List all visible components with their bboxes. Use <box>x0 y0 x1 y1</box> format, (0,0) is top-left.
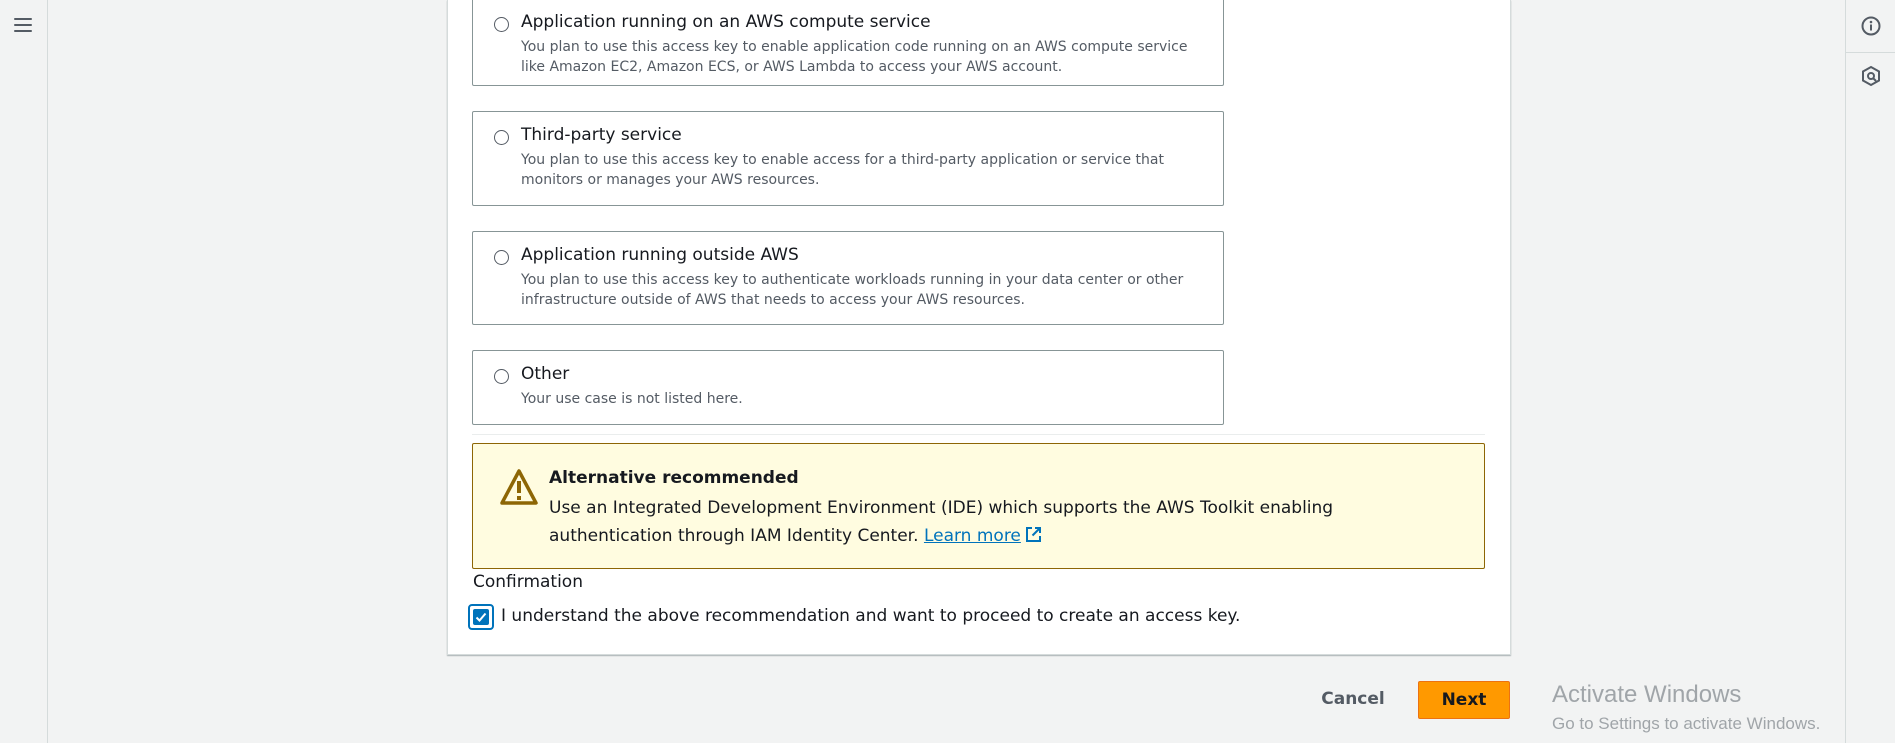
radio-third-party-service[interactable] <box>494 130 509 145</box>
radio-outside-aws[interactable] <box>494 250 509 265</box>
option-title: Other <box>521 364 570 384</box>
learn-more-link[interactable]: Learn more <box>924 526 1021 546</box>
checkbox-box <box>473 609 489 625</box>
external-link-icon[interactable] <box>1025 524 1042 542</box>
option-description: You plan to use this access key to enabl… <box>521 39 1188 75</box>
option-other[interactable]: Other Your use case is not listed here. <box>472 350 1224 425</box>
option-outside-aws[interactable]: Application running outside AWS You plan… <box>472 231 1224 325</box>
confirmation-checkbox[interactable] <box>468 604 494 630</box>
radio-other[interactable] <box>494 369 509 384</box>
radio-aws-compute-service[interactable] <box>494 17 509 32</box>
activate-windows-subtitle: Go to Settings to activate Windows. <box>1552 714 1821 733</box>
learn-more-label: Learn more <box>923 526 1021 546</box>
section-divider <box>472 434 1485 435</box>
option-title: Application running on an AWS compute se… <box>521 12 931 32</box>
option-aws-compute-service[interactable]: Application running on an AWS compute se… <box>472 0 1224 86</box>
option-third-party-service[interactable]: Third-party service You plan to use this… <box>472 111 1224 206</box>
option-description: Your use case is not listed here. <box>521 391 743 407</box>
next-button[interactable]: Next <box>1418 681 1510 719</box>
hamburger-menu-icon[interactable] <box>12 15 34 35</box>
left-nav-rail <box>0 0 48 743</box>
rail-divider <box>1846 52 1895 53</box>
option-description: You plan to use this access key to enabl… <box>521 152 1164 188</box>
alternative-recommended-alert: Alternative recommended Use an Integrate… <box>472 443 1485 569</box>
hexagon-settings-icon[interactable] <box>1860 65 1882 87</box>
confirmation-label: Confirmation <box>473 572 583 592</box>
alert-body: Use an Integrated Development Environmen… <box>549 494 1449 550</box>
info-icon[interactable] <box>1860 15 1882 37</box>
alert-title: Alternative recommended <box>549 468 799 488</box>
cancel-button[interactable]: Cancel <box>1312 681 1394 717</box>
confirmation-checkbox-text[interactable]: I understand the above recommendation an… <box>501 606 1240 626</box>
right-tools-rail <box>1845 0 1895 743</box>
warning-triangle-icon <box>499 468 539 506</box>
option-title: Application running outside AWS <box>521 245 799 265</box>
checkmark-icon <box>475 612 487 622</box>
option-description: You plan to use this access key to authe… <box>521 272 1184 308</box>
option-title: Third-party service <box>521 125 682 145</box>
activate-windows-title: Activate Windows <box>1552 681 1742 708</box>
